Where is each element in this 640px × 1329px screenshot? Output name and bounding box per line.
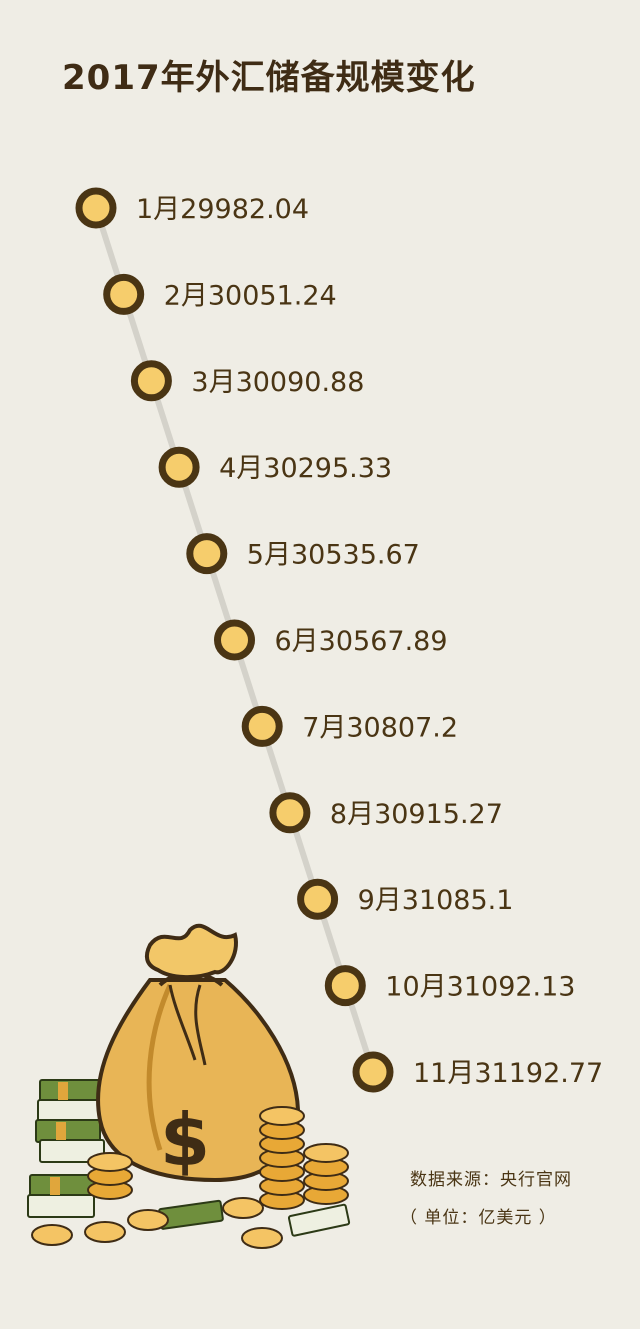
data-label: 1月29982.04 [136, 194, 309, 225]
dollar-sign-icon: $ [160, 1098, 210, 1182]
data-point [214, 619, 255, 661]
data-point [297, 878, 339, 920]
data-label: 9月31085.1 [358, 885, 514, 916]
data-label: 7月30807.2 [302, 712, 458, 743]
data-point [103, 273, 145, 315]
data-point [75, 187, 117, 229]
data-point [269, 792, 311, 834]
data-point [241, 705, 283, 747]
data-label: 6月30567.89 [275, 626, 448, 657]
data-point [324, 965, 366, 1007]
data-point [130, 360, 172, 402]
timeline-chart: $ 1月29982.042月30051.243月30090.884月30295.… [27, 187, 603, 1249]
data-label: 4月30295.33 [219, 453, 392, 484]
data-point [186, 533, 228, 575]
data-label: 5月30535.67 [247, 540, 420, 571]
money-bag-icon: $ [27, 923, 351, 1249]
data-point [352, 1051, 394, 1093]
data-point [158, 446, 200, 488]
data-label: 8月30915.27 [330, 799, 503, 830]
data-source-note: 数据来源：央行官网 [410, 1170, 572, 1190]
data-label: 11月31192.77 [413, 1058, 603, 1089]
data-label: 3月30090.88 [191, 367, 364, 398]
data-label: 2月30051.24 [164, 280, 337, 311]
data-label: 10月31092.13 [385, 972, 575, 1003]
unit-note: （ 单位：亿美元 ） [400, 1208, 557, 1228]
